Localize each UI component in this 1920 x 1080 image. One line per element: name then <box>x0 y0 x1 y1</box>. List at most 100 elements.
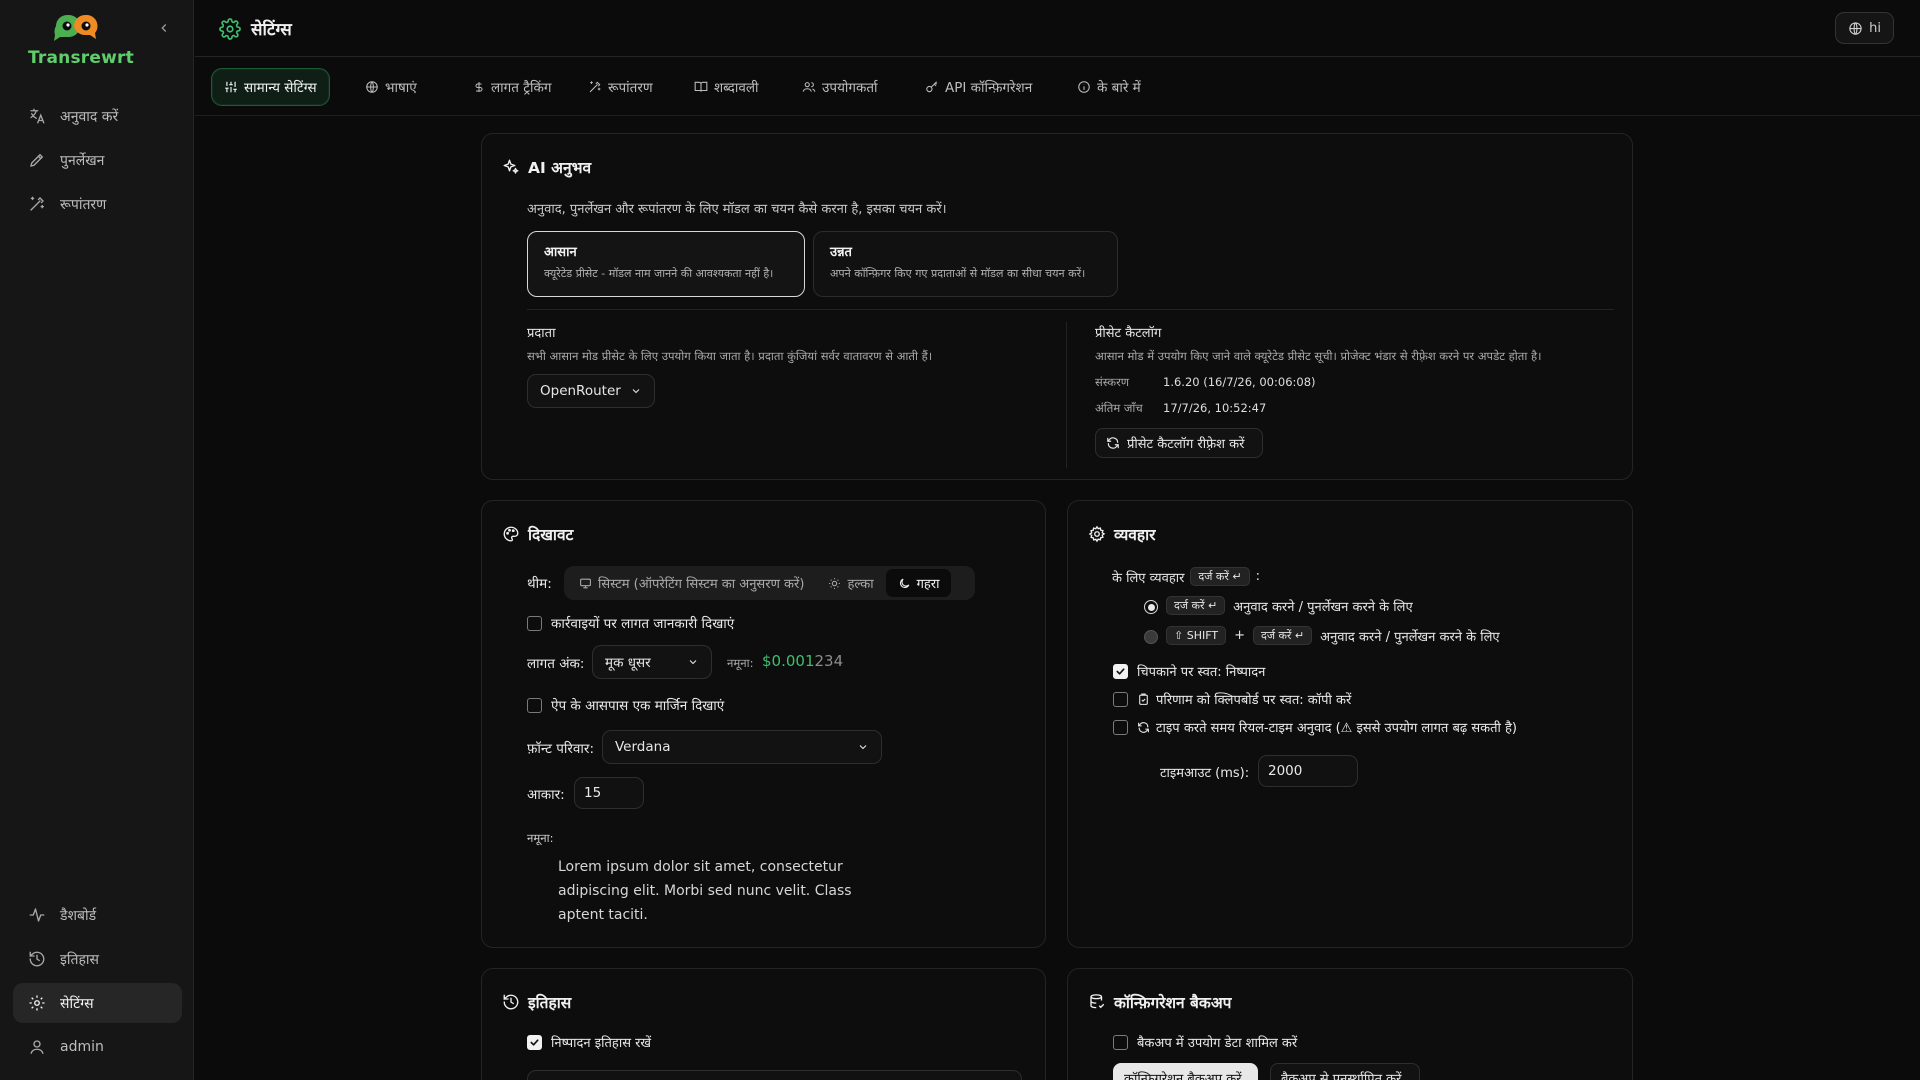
sample-cost-bright: $0.001 <box>762 652 815 670</box>
enter-key-badge: दर्ज करें ↵ <box>1252 626 1313 645</box>
sidebar-item-user[interactable]: admin <box>13 1027 182 1067</box>
show-margin-checkbox[interactable] <box>527 698 542 713</box>
chevron-down-icon <box>859 745 867 750</box>
wand-icon <box>26 193 48 215</box>
check-icon <box>530 1039 539 1046</box>
show-margin-label: ऐप के आसपास एक मार्जिन दिखाएं <box>551 698 725 714</box>
auto-execute-checkbox[interactable] <box>1113 664 1128 679</box>
info-icon <box>1078 81 1090 93</box>
show-cost-label: कार्रवाइयों पर लागत जानकारी दिखाएं <box>551 616 735 632</box>
cost-digits-value: मूक धूसर <box>605 655 651 671</box>
enter-option-2: ⇧ SHIFT + दर्ज करें ↵ अनुवाद करने / पुनर… <box>1166 626 1500 645</box>
enter-behavior-suffix: : <box>1255 569 1260 584</box>
page-title: सेटिंग्स <box>251 20 292 40</box>
users-icon <box>802 82 816 92</box>
realtime-translate-label: टाइप करते समय रियल-टाइम अनुवाद (⚠ इससे उ… <box>1156 721 1517 736</box>
tab-users[interactable]: उपयोगकर्ता <box>790 68 890 106</box>
auto-copy-checkbox[interactable] <box>1113 692 1128 707</box>
sidebar-item-rewrite[interactable]: पुनर्लेखन <box>13 140 182 180</box>
theme-option-label: हल्का <box>847 577 874 592</box>
chevron-down-icon <box>632 389 640 394</box>
show-cost-checkbox[interactable] <box>527 616 542 631</box>
theme-option-system[interactable]: सिस्टम (ऑपरेटिंग सिस्टम का अनुसरण करें) <box>567 569 816 597</box>
check-icon <box>1116 668 1125 675</box>
backup-config-button[interactable]: कॉन्फ़िगरेशन बैकअप करें <box>1113 1063 1258 1080</box>
button-label: प्रीसेट कैटलॉग रीफ़्रेश करें <box>1127 437 1245 452</box>
enter-option-radio-2[interactable] <box>1144 630 1158 644</box>
plus-sign: + <box>1234 628 1245 643</box>
realtime-translate-checkbox[interactable] <box>1113 720 1128 735</box>
globe-icon <box>366 81 378 93</box>
tab-cost-tracking[interactable]: लागत ट्रैकिंग <box>461 68 564 106</box>
theme-option-label: गहरा <box>916 577 940 592</box>
sidebar-item-transform[interactable]: रूपांतरण <box>13 184 182 224</box>
divider <box>1066 322 1067 468</box>
mode-easy-option[interactable]: आसान क्यूरेटेड प्रीसेट - मॉडल नाम जानने … <box>527 231 805 297</box>
font-family-value: Verdana <box>615 739 671 755</box>
collapse-sidebar-button[interactable] <box>154 18 174 38</box>
font-family-select[interactable]: Verdana <box>602 730 882 764</box>
gear-icon <box>26 992 48 1014</box>
sample-cost-value: $0.001234 <box>762 652 843 670</box>
auto-execute-label: चिपकाने पर स्वत: निष्पादन <box>1137 665 1266 680</box>
font-size-input[interactable]: 15 <box>574 777 644 809</box>
font-preview-text: Lorem ipsum dolor sit amet, consectetur … <box>558 859 852 923</box>
provider-select[interactable]: OpenRouter <box>527 374 655 408</box>
tab-transform[interactable]: रूपांतरण <box>576 68 665 106</box>
sidebar-item-label: डैशबोर्ड <box>60 907 97 924</box>
version-label: संस्करण <box>1095 375 1130 389</box>
timeout-input[interactable]: 2000 <box>1258 755 1358 787</box>
sidebar-item-history[interactable]: इतिहास <box>13 939 182 979</box>
tab-glossary[interactable]: शब्दावली <box>682 68 771 106</box>
sidebar-item-translate[interactable]: अनुवाद करें <box>13 96 182 136</box>
sliders-icon <box>225 81 237 93</box>
enter-option-radio-1[interactable] <box>1144 600 1158 614</box>
tab-general[interactable]: सामान्य सेटिंग्स <box>211 68 330 106</box>
page-header: सेटिंग्स hi <box>195 0 1920 57</box>
version-value: 1.6.20 (16/7/26, 00:06:08) <box>1163 375 1316 389</box>
tab-api-config[interactable]: API कॉन्फ़िगरेशन <box>913 68 1044 106</box>
database-backup-icon <box>1090 994 1105 1009</box>
enter-behavior-prefix: के लिए व्यवहार <box>1112 570 1185 586</box>
realtime-translate-row: टाइप करते समय रियल-टाइम अनुवाद (⚠ इससे उ… <box>1137 718 1517 736</box>
sun-icon <box>829 577 841 589</box>
theme-option-dark[interactable]: गहरा <box>885 569 952 597</box>
app-logo[interactable]: Transrewrt <box>28 10 168 70</box>
catalog-label: प्रीसेट कैटलॉग <box>1095 326 1162 341</box>
moon-icon <box>899 578 909 588</box>
language-button[interactable]: hi <box>1835 12 1894 44</box>
sample-cost-label: नमूना: <box>727 656 754 670</box>
sparkles-icon <box>503 159 519 174</box>
keep-history-label: निष्पादन इतिहास रखें <box>551 1036 652 1051</box>
sidebar-item-settings[interactable]: सेटिंग्स <box>13 983 182 1023</box>
tab-label: के बारे में <box>1097 80 1141 96</box>
enter-behavior-heading: के लिए व्यवहार दर्ज करें ↵ : <box>1112 567 1260 586</box>
theme-option-light[interactable]: हल्का <box>816 569 885 597</box>
last-check-value: 17/7/26, 10:52:47 <box>1163 401 1267 415</box>
behavior-title: व्यवहार <box>1088 523 1156 545</box>
sidebar-item-dashboard[interactable]: डैशबोर्ड <box>13 895 182 935</box>
history-icon <box>503 994 519 1010</box>
keep-history-checkbox[interactable] <box>527 1035 542 1050</box>
refresh-catalog-button[interactable]: प्रीसेट कैटलॉग रीफ़्रेश करें <box>1095 428 1263 458</box>
tab-languages[interactable]: भाषाएं <box>353 68 429 106</box>
chevron-left-icon <box>161 24 167 32</box>
font-family-label: फ़ॉन्ट परिवार: <box>527 741 594 757</box>
appearance-card: दिखावट थीम: सिस्टम (ऑपरेटिंग सिस्टम का अ… <box>481 500 1046 948</box>
enter-key-badge: दर्ज करें ↵ <box>1190 567 1250 586</box>
sidebar-item-label: पुनर्लेखन <box>60 152 105 169</box>
translate-icon <box>26 105 48 127</box>
include-usage-checkbox[interactable] <box>1113 1035 1128 1050</box>
history-limit-field[interactable] <box>527 1070 1022 1080</box>
mode-advanced-option[interactable]: उन्नत अपने कॉन्फ़िगर किए गए प्रदाताओं से… <box>813 231 1118 297</box>
chevron-down-icon <box>689 660 697 665</box>
tab-about[interactable]: के बारे में <box>1065 68 1153 106</box>
include-usage-label: बैकअप में उपयोग डेटा शामिल करें <box>1137 1036 1298 1051</box>
cost-digits-select[interactable]: मूक धूसर <box>592 645 712 679</box>
mode-title: उन्नत <box>830 245 852 260</box>
book-icon <box>694 81 708 92</box>
clipboard-check-icon <box>1139 693 1148 705</box>
card-title-text: AI अनुभव <box>528 159 592 177</box>
restore-backup-button[interactable]: बैकअप से पुनर्स्थापित करें <box>1270 1063 1420 1080</box>
behavior-card: व्यवहार के लिए व्यवहार दर्ज करें ↵ : दर्… <box>1067 500 1633 948</box>
